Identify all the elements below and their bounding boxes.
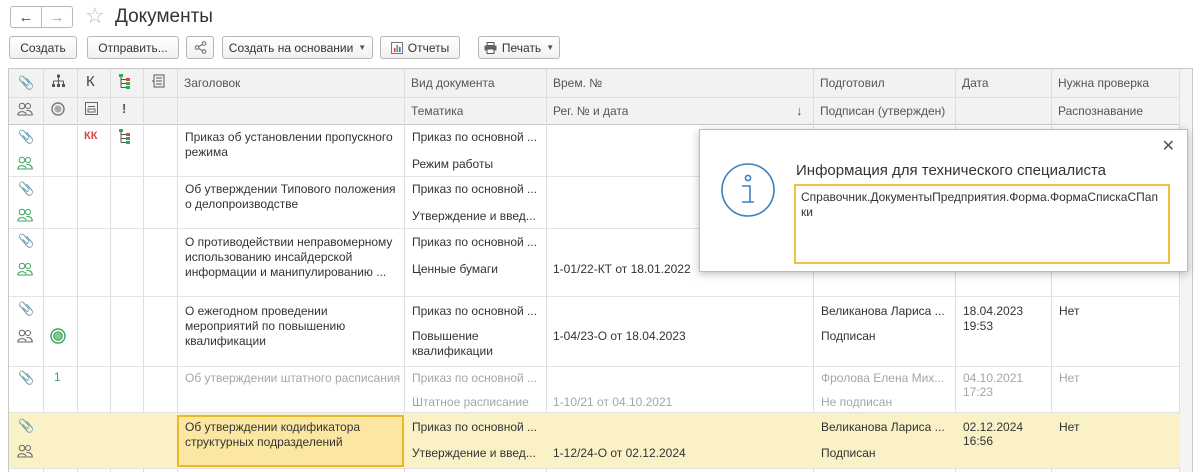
attachment-icon[interactable]: 📎 [18,75,34,91]
cell-time: 19:53 [963,319,994,333]
cell-title: О противодействии неправомерному использ… [185,235,393,279]
dropdown-arrow-icon: ▼ [358,43,367,52]
cell-check: Нет [1059,371,1080,385]
attachment-icon: 📎 [18,233,35,248]
create-based-on-button[interactable]: Создать на основании ▼ [222,36,373,59]
k-mark: КК [84,130,98,142]
cell-time: 16:56 [963,434,994,448]
cell-title: Об утверждении Типового положения о дело… [185,182,396,211]
column-header-title[interactable]: Заголовок [177,69,240,97]
share-icon [194,41,206,54]
arrow-left-icon: ← [18,8,34,26]
cell-check: Нет [1059,420,1080,434]
cell-title: Приказ об установлении пропускного режим… [185,130,393,159]
cell-doc-type: Приказ по основной ... [412,304,538,318]
cell-topic: Штатное расписание [412,395,529,409]
column-header-signed[interactable]: Подписан (утвержден) [813,97,945,125]
star-icon[interactable]: ☆ [85,3,105,29]
cell-title: Об утверждении кодификатора структурных … [185,420,361,449]
cell-reg-no: 1-10/21 от 04.10.2021 [553,395,673,409]
report-icon [390,41,403,54]
attachment-icon: 📎 [18,418,35,433]
attachment-icon: 📎 [18,301,35,316]
cell-date: 04.10.2021 [963,371,1024,385]
cell-title: Об утверждении штатного расписания [185,371,400,385]
table-row-selected[interactable]: 📎 Об утверждении кодификатора структурны… [9,413,1192,469]
share-button[interactable] [186,36,214,59]
cell-topic: Утверждение и введ... [412,209,536,223]
cell-topic: Повышение квалификации [412,329,493,358]
info-icon [721,163,775,217]
cell-doc-type: Приказ по основной ... [412,420,538,434]
cell-prepared: Великанова Лариса ... [821,304,945,318]
sort-arrow-icon[interactable]: ↓ [789,97,803,125]
column-header-doc-type[interactable]: Вид документа [404,69,495,97]
column-header-reg-no[interactable]: Рег. № и дата [546,97,628,125]
cell-signed: Подписан [821,329,876,343]
status-circle-icon[interactable] [51,102,65,119]
k-column-header[interactable]: К [86,73,95,90]
cell-check: Нет [1059,304,1080,318]
cell-time: 17:23 [963,385,994,399]
users-icon [17,444,33,461]
cell-topic: Ценные бумаги [412,262,498,276]
cell-date: 18.04.2023 [963,304,1024,318]
send-button[interactable]: Отправить... [87,36,179,59]
cell-signed: Не подписан [821,395,893,409]
column-header-temp-no[interactable]: Врем. № [546,69,602,97]
users-icon [17,262,33,279]
cell-title: О ежегодном проведении мероприятий по по… [185,304,346,348]
attachment-icon: 📎 [18,370,35,385]
cell-date: 02.12.2024 [963,420,1024,434]
arrow-right-icon: → [49,8,65,26]
cell-doc-type: Приказ по основной ... [412,371,538,385]
importance-icon[interactable]: ! [122,101,126,116]
attachment-icon: 📎 [18,181,35,196]
status-circle-icon [50,328,66,347]
cell-topic: Режим работы [412,157,494,171]
column-header-topic[interactable]: Тематика [404,97,463,125]
print-button[interactable]: Печать ▼ [478,36,560,59]
cell-doc-type: Приказ по основной ... [412,182,538,196]
cell-signed: Подписан [821,446,876,460]
list-settings-icon[interactable] [152,74,166,91]
users-icon [17,329,33,346]
reports-button[interactable]: Отчеты [380,36,460,59]
users-icon[interactable] [17,102,33,119]
table-row[interactable]: 📎 О ежегодном проведении мероприятий по … [9,297,1192,367]
cell-doc-type: Приказ по основной ... [412,235,538,249]
popup-content-field[interactable]: Справочник.ДокументыПредприятия.Форма.Фо… [794,184,1170,264]
hierarchy-icon[interactable] [52,74,65,91]
page-title: Документы [115,6,213,27]
column-header-check[interactable]: Нужна проверка [1051,69,1149,97]
cell-reg-no: 1-04/23-О от 18.04.2023 [553,329,686,343]
dropdown-arrow-icon: ▼ [546,43,555,52]
cell-doc-type: Приказ по основной ... [412,130,538,144]
workflow-icon[interactable] [119,74,131,92]
card-icon[interactable] [85,102,98,118]
popup-title: Информация для технического специалиста [796,162,1107,179]
create-button[interactable]: Создать [9,36,77,59]
title-bar: ← → ☆ Документы [0,0,1200,34]
back-button[interactable]: ← [10,6,42,28]
users-icon [17,208,33,225]
cell-reg-no: 1-12/24-О от 02.12.2024 [553,446,686,460]
k-mark: 1 [54,370,61,384]
cell-prepared: Великанова Лариса ... [821,420,945,434]
table-header: 📎 К ! Заголовок Вид документа Тематика В… [9,69,1192,125]
attachment-icon: 📎 [18,129,35,144]
column-header-recognition[interactable]: Распознавание [1051,97,1143,125]
cell-topic: Утверждение и введ... [412,446,536,460]
column-header-prepared[interactable]: Подготовил [813,69,885,97]
users-icon [17,156,33,173]
column-header-date[interactable]: Дата [955,69,989,97]
toolbar: Создать Отправить... Создать на основани… [0,36,1200,60]
printer-icon [484,41,497,54]
cell-prepared: Фролова Елена Мих... [821,371,945,385]
workflow-icon [119,129,131,147]
tech-info-popup: ✕ Информация для технического специалист… [699,129,1188,272]
table-row[interactable]: 📎 1 Об утверждении штатного расписания П… [9,367,1192,413]
close-icon[interactable]: ✕ [1162,136,1175,156]
forward-button[interactable]: → [41,6,73,28]
